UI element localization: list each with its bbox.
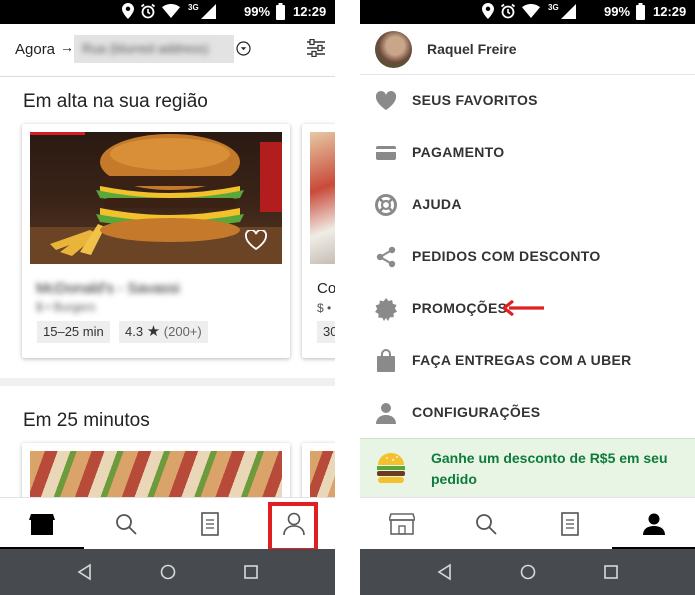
tab-home[interactable] (360, 498, 444, 550)
search-icon (116, 514, 137, 535)
wifi-icon (522, 4, 540, 18)
menu-item-discounted-orders[interactable]: PEDIDOS COM DESCONTO (360, 231, 695, 283)
profile-header[interactable]: Raquel Freire (360, 24, 695, 75)
cell-signal-icon (561, 4, 576, 19)
account-tab-highlight-box (268, 502, 318, 552)
star-icon: ★ (146, 323, 161, 340)
store-icon (389, 513, 415, 535)
restaurant-card[interactable]: McDonald's - Savassi $ • Burgers 15–25 m… (22, 124, 290, 358)
bottom-tab-bar (0, 497, 335, 552)
tab-orders[interactable] (528, 498, 612, 550)
promo-text: Ganhe um desconto de R$5 em seu pedido (431, 450, 668, 487)
tab-home[interactable] (0, 498, 84, 550)
promo-banner[interactable]: Ganhe um desconto de R$5 em seu pedido (360, 438, 695, 497)
shopping-bag-icon (377, 349, 395, 372)
menu-item-favorites[interactable]: SEUS FAVORITOS (360, 75, 695, 127)
menu-item-promotions[interactable]: PROMOÇÕES (360, 283, 695, 335)
store-icon (29, 514, 55, 535)
credit-card-icon (376, 146, 396, 160)
section-title-trending: Em alta na sua região (23, 91, 208, 112)
restaurant-category: $ • (317, 301, 332, 315)
network-type: 3G (548, 3, 559, 12)
location-icon (482, 3, 494, 19)
network-type: 3G (188, 3, 199, 12)
status-bar: 3G 99% 12:29 (360, 0, 695, 24)
status-bar: 3G 99% 12:29 (0, 0, 335, 24)
bottom-tab-bar (360, 497, 695, 550)
restaurant-name: Co (317, 280, 335, 297)
home-screen: 3G 99% 12:29 Agora → Rua (blurred addres… (0, 0, 335, 595)
battery-percent: 99% (244, 4, 271, 19)
tab-account[interactable] (612, 498, 695, 550)
cell-signal-icon (201, 4, 216, 19)
chevron-down-icon[interactable] (236, 41, 251, 56)
clock: 12:29 (293, 4, 327, 19)
tab-orders[interactable] (168, 498, 252, 550)
search-icon (476, 514, 497, 535)
restaurant-name: McDonald's - Savassi (36, 280, 180, 297)
battery-icon (276, 3, 285, 20)
arrow-right-icon: → (60, 39, 74, 55)
menu-item-deliver-with-uber[interactable]: FAÇA ENTREGAS COM A UBER (360, 335, 695, 387)
annotation-arrow-icon (503, 300, 544, 316)
promo-badge-icon (375, 298, 397, 321)
rating-value: 4.3 (125, 324, 144, 339)
restaurant-card[interactable]: Co $ • 30 (302, 124, 335, 358)
restaurant-photo (310, 132, 335, 264)
address-text[interactable]: Rua (blurred address) (74, 35, 234, 63)
location-icon (122, 3, 134, 19)
back-icon[interactable] (75, 562, 95, 582)
recents-square-icon[interactable] (601, 562, 621, 582)
section-divider (0, 378, 335, 386)
menu-item-settings[interactable]: CONFIGURAÇÕES (360, 387, 695, 439)
battery-icon (636, 3, 645, 20)
person-icon (643, 513, 665, 535)
delivery-time-label: Agora (15, 41, 56, 58)
help-lifebuoy-icon (375, 194, 397, 216)
alarm-icon (500, 3, 516, 19)
recents-square-icon[interactable] (241, 562, 261, 582)
section-title-fast: Em 25 minutos (23, 410, 150, 431)
receipt-icon (201, 512, 219, 536)
account-menu-screen: 3G 99% 12:29 Raquel Freire SEUS FAVORITO… (360, 0, 695, 595)
home-circle-icon[interactable] (518, 562, 538, 582)
back-icon[interactable] (435, 562, 455, 582)
menu-item-payment[interactable]: PAGAMENTO (360, 127, 695, 179)
battery-percent: 99% (604, 4, 631, 19)
review-count: (200+) (163, 324, 202, 339)
tab-search[interactable] (444, 498, 528, 550)
favorite-heart-icon[interactable] (245, 230, 267, 250)
person-icon (376, 403, 396, 424)
profile-name: Raquel Freire (427, 41, 517, 57)
avatar (375, 31, 412, 68)
clock: 12:29 (653, 4, 687, 19)
restaurant-photo (30, 132, 282, 264)
alarm-icon (140, 3, 156, 19)
wifi-icon (162, 4, 180, 18)
share-icon (376, 246, 396, 268)
menu-item-help[interactable]: AJUDA (360, 179, 695, 231)
receipt-icon (561, 512, 579, 536)
burger-icon (377, 453, 405, 483)
heart-icon (375, 90, 397, 110)
home-circle-icon[interactable] (158, 562, 178, 582)
rating-badge: 4.3 ★ (200+) (119, 321, 208, 343)
delivery-location-bar[interactable]: Agora → Rua (blurred address) (0, 24, 335, 77)
restaurant-category: $ • Burgers (36, 300, 96, 314)
tab-search[interactable] (84, 498, 168, 550)
eta-badge: 30 (317, 321, 335, 343)
android-nav-bar (360, 549, 695, 595)
android-nav-bar (0, 549, 335, 595)
filter-sliders-icon[interactable] (306, 39, 326, 57)
eta-badge: 15–25 min (37, 321, 110, 343)
